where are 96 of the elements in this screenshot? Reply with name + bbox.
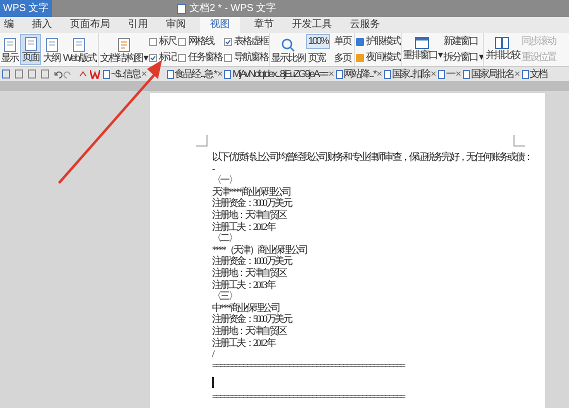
checkbox[interactable] (224, 38, 232, 46)
document-text-line: 注册工夫：2012 年 (212, 222, 276, 233)
corner-mark-icon (513, 135, 525, 147)
document-tab[interactable]: 文档 (530, 66, 547, 82)
document-tab[interactable]: 一 (446, 66, 454, 82)
view-button[interactable]: 显示 (0, 34, 19, 65)
document-icon (384, 70, 391, 78)
new-window-button[interactable]: 新建窗口 (444, 35, 482, 48)
document-icon (176, 4, 186, 14)
document-text-line: 中***商业保理公司 (212, 302, 280, 314)
mode-button[interactable]: 护眼模式 (366, 35, 400, 48)
checkbox-label: 网格线 (188, 35, 214, 48)
menu-tab[interactable]: 云服务 (346, 17, 384, 33)
document-text-line: 天津****商业保理公司 (212, 186, 292, 198)
text-cursor (212, 376, 214, 388)
document-tab[interactable]: 国家局批名 (470, 66, 514, 82)
compare-side-by-side-button[interactable]: 并排比较 (485, 49, 520, 62)
close-tab-button[interactable]: × (430, 66, 435, 82)
view-button[interactable]: Web版式 (62, 34, 97, 65)
split-window-button[interactable]: 拆分窗口 ▾ (444, 51, 482, 64)
zoom-option[interactable]: 页宽 (306, 50, 330, 66)
document-icon (462, 70, 470, 78)
zoom-option[interactable]: 100% (306, 34, 330, 48)
menu-tab[interactable]: 视图 (200, 17, 240, 33)
document-text-line: ****（天津）商业保理公司 (212, 244, 308, 256)
checkbox-label: 表格虚框 (234, 35, 268, 48)
document-icon (224, 70, 232, 78)
document-icon (522, 70, 529, 78)
mode-button[interactable]: 夜间模式 (366, 51, 400, 64)
document-structure-icon (118, 38, 130, 52)
checkbox[interactable] (224, 54, 232, 62)
document-text-line: ================================================== (212, 360, 406, 372)
rearrange-windows-button[interactable]: 重排窗口 ▾ (402, 49, 442, 62)
document-tab[interactable]: MjAvNcfqtdex...8jEuZG9jeA== (232, 66, 328, 82)
document-text-line: 注册工夫：2012 年 (212, 338, 276, 350)
zoom-option[interactable]: 多页 (332, 50, 353, 66)
document-tab[interactable]: 国家...扣除 (392, 66, 430, 82)
zoom-option[interactable]: 单页 (332, 34, 353, 48)
document-text-line: 注册工夫：2013 年 (212, 280, 276, 291)
page-icon (4, 38, 16, 52)
document-text-line: 以下优质转让公司均曾经我公司财务和专业律师审查，保证税务完好，无任何账务或债： (212, 152, 533, 164)
document-text-line: / (212, 349, 215, 361)
view-button[interactable]: 页面 (20, 34, 41, 65)
document-icon (103, 70, 110, 78)
menu-tab[interactable]: 页面布局 (66, 17, 114, 33)
menu-tab[interactable]: 插入 (28, 17, 56, 33)
checkbox-label: 标记 (159, 51, 176, 64)
app-menu-button[interactable]: WPS 文字 (0, 0, 52, 17)
document-icon (166, 70, 174, 78)
document-text-line: 注册地：天津自贸区 (212, 210, 288, 222)
checkbox-label: 导航窗格 (234, 51, 268, 64)
menu-tab[interactable]: 编 (0, 17, 18, 33)
window-icon (415, 37, 430, 49)
document-icon (336, 70, 343, 78)
document-tab[interactable]: 网站降...* (344, 66, 376, 82)
close-tab-button[interactable]: × (217, 66, 222, 82)
document-text-line: 〈二〉 (212, 233, 238, 245)
close-tab-button[interactable]: × (141, 66, 146, 82)
checkbox[interactable] (178, 38, 186, 46)
wps-logo-icon[interactable] (90, 70, 100, 78)
document-text-line: 注册资金：5000 万美元 (212, 314, 293, 326)
document-text-line: 注册资金：3000 万美元 (212, 198, 293, 210)
document-text-line: 注册地：天津自贸区 (212, 326, 288, 338)
search-icon (281, 38, 296, 52)
document-text-line: - (212, 164, 216, 176)
menu-tab[interactable]: 引用 (124, 17, 152, 33)
page-icon (24, 37, 36, 51)
quick-access-toolbar-icons[interactable] (2, 69, 88, 79)
menu-tab[interactable]: 审阅 (162, 17, 190, 33)
document-tab[interactable]: ~$...信息 (111, 66, 140, 82)
corner-mark-icon (196, 135, 208, 147)
checkbox[interactable] (149, 38, 158, 46)
close-tab-button[interactable]: × (456, 66, 460, 82)
view-button[interactable]: 大纲 (42, 34, 61, 65)
menu-tab[interactable]: 开发工具 (288, 17, 336, 33)
checkbox[interactable] (149, 54, 158, 62)
document-text-line: 〈三〉 (212, 291, 238, 302)
document-text-line: ================================================== (212, 392, 406, 404)
zoom-button[interactable]: 显示比例 (271, 52, 306, 65)
document-text-line: 〈一〉 (212, 175, 238, 186)
checkbox-label: 标尺 (159, 35, 176, 48)
side-by-side-icon (495, 37, 510, 49)
close-tab-button[interactable]: × (328, 66, 333, 82)
close-tab-button[interactable]: × (376, 66, 381, 82)
close-tab-button[interactable]: × (514, 66, 519, 82)
checkbox[interactable] (178, 54, 186, 62)
document-icon (438, 70, 445, 78)
checkbox-label: 任务窗格 (188, 51, 222, 64)
page-icon (46, 38, 58, 52)
window-title: 文档2 * - WPS 文字 (190, 2, 276, 16)
document-map-button[interactable]: 文档结构图 ▾ (100, 52, 148, 65)
document-tab[interactable]: 食品经...急 * (174, 66, 216, 82)
page-icon (73, 38, 86, 52)
menu-tab[interactable]: 章节 (250, 17, 278, 33)
document-text-line: 注册资金：1000 万美元 (212, 256, 293, 268)
document-text-line: 注册地：天津自贸区 (212, 268, 288, 280)
